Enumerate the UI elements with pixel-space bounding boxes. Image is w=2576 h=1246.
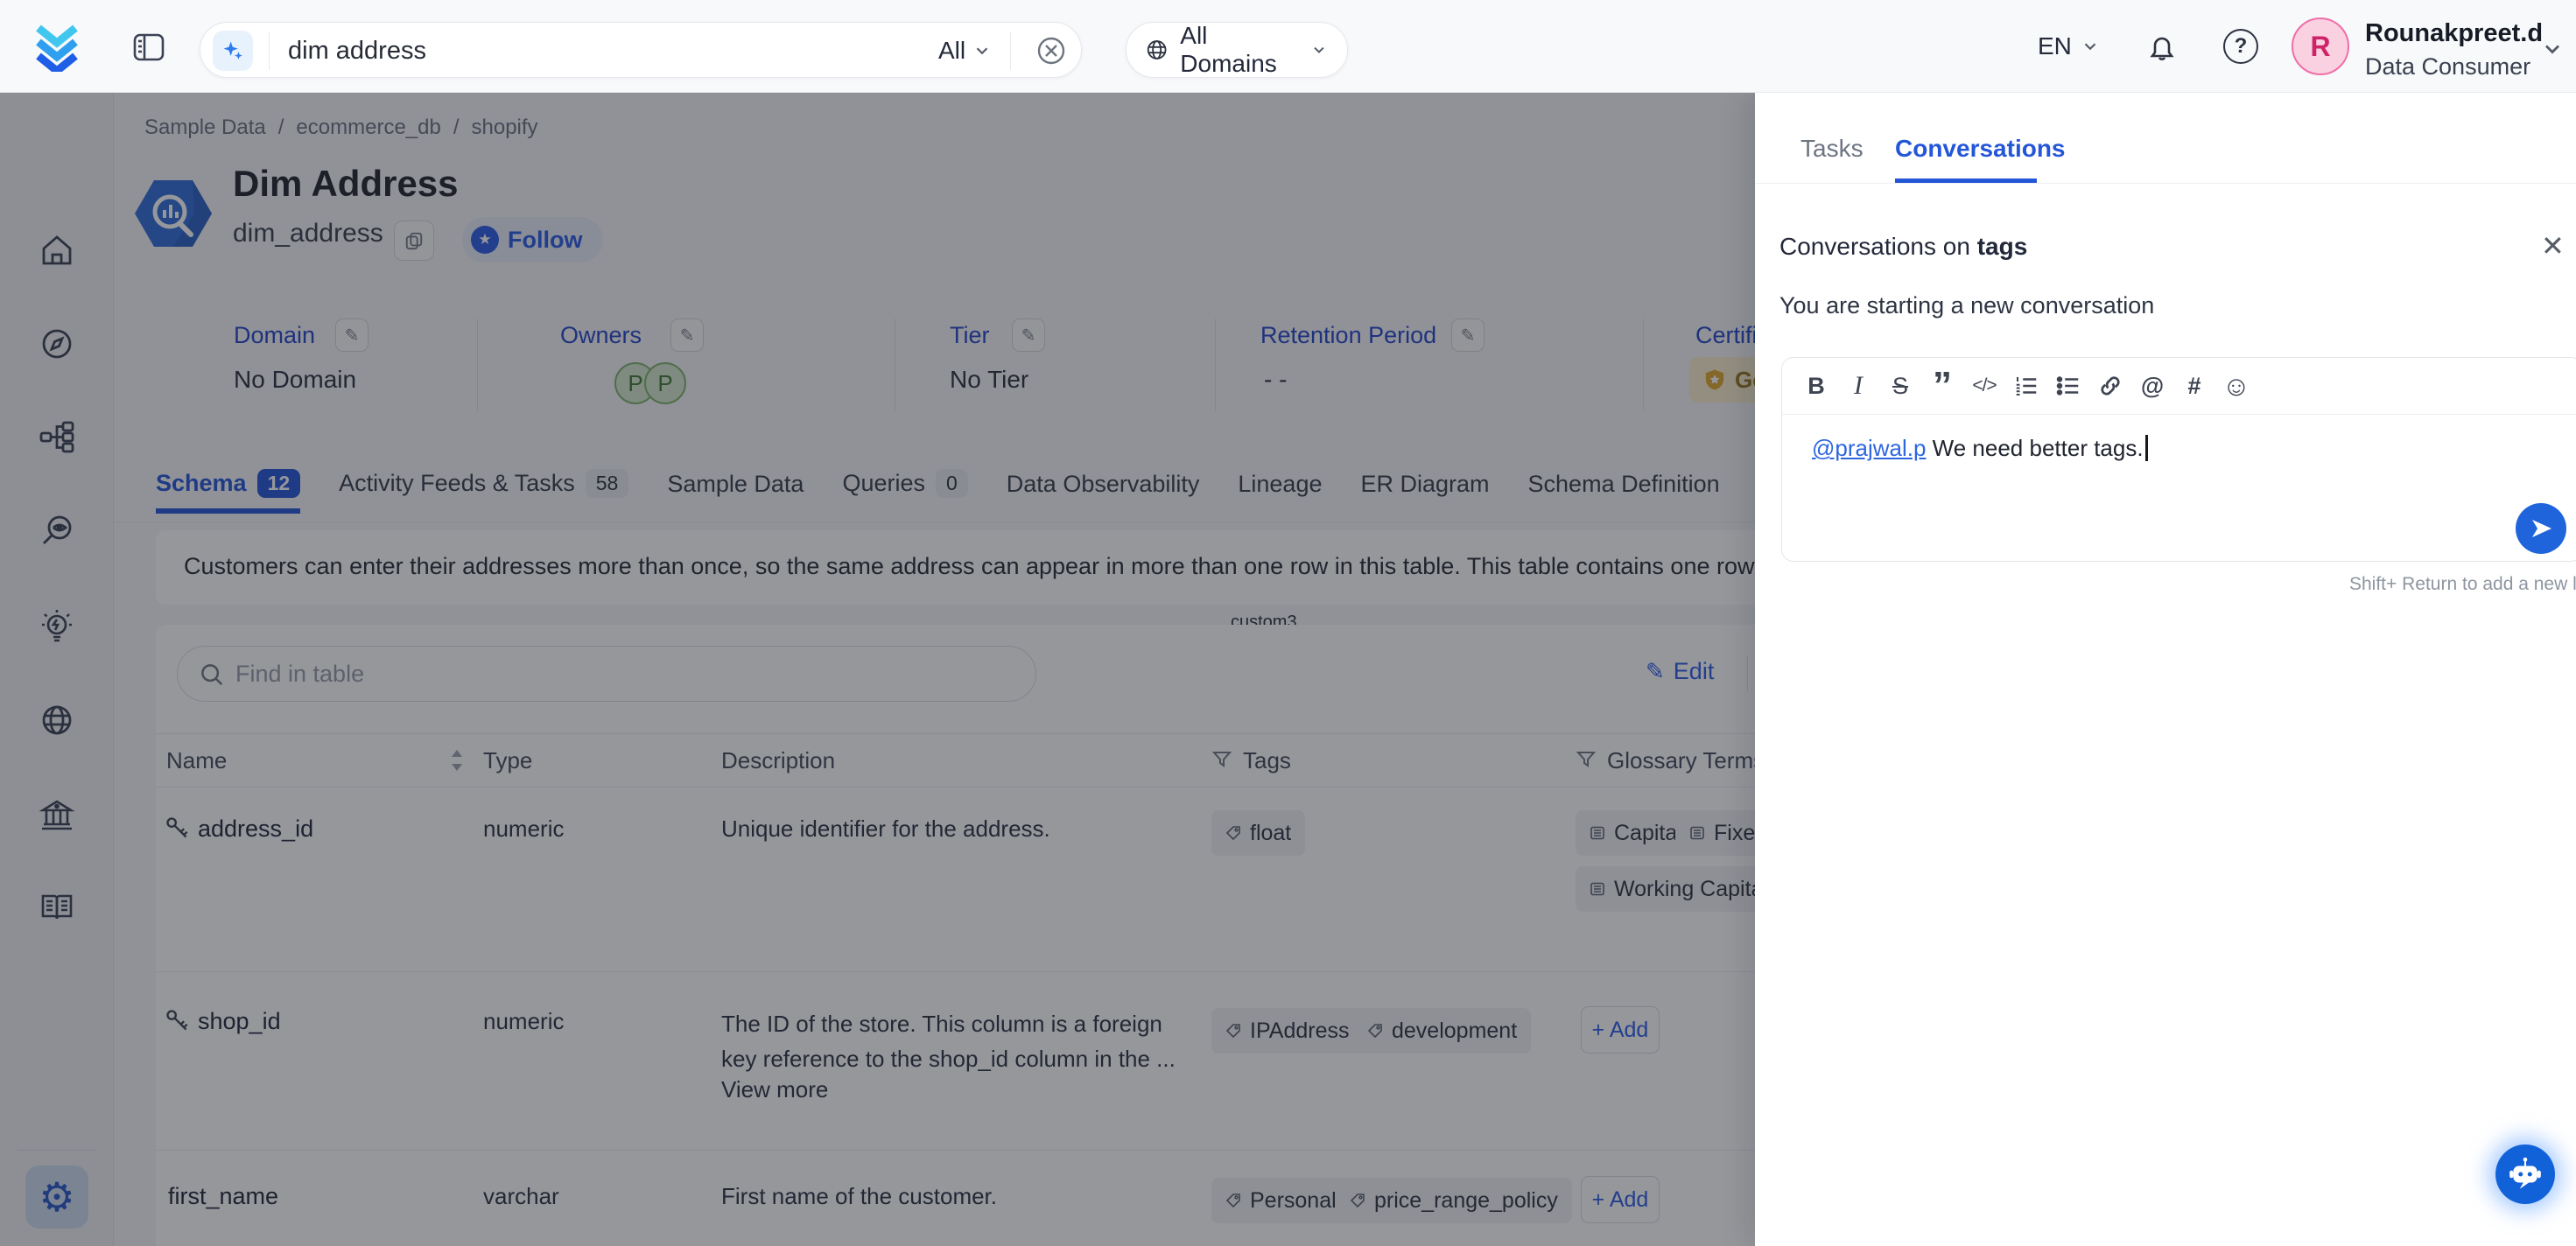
chevron-down-icon xyxy=(972,41,992,60)
close-icon[interactable]: ✕ xyxy=(2541,229,2565,262)
chevron-down-icon xyxy=(2081,37,2100,56)
emoji-icon[interactable]: ☺ xyxy=(2222,367,2251,405)
editor-toolbar: B I S ” </> @ # ☺ xyxy=(1801,367,2251,405)
search-input[interactable]: dim address xyxy=(288,23,426,79)
conversations-drawer: Tasks Conversations Conversations on tag… xyxy=(1755,93,2576,1246)
language-label: EN xyxy=(2038,32,2072,60)
avatar-initial: R xyxy=(2310,31,2330,63)
conversation-subject: tags xyxy=(1977,233,2028,260)
globe-icon xyxy=(1146,38,1168,62)
user-menu[interactable]: Rounakpreet.d Data Consumer xyxy=(2365,19,2543,80)
text-cursor xyxy=(2145,435,2148,461)
italic-icon[interactable]: I xyxy=(1843,367,1873,405)
chevron-down-icon[interactable] xyxy=(2540,37,2565,61)
help-icon[interactable]: ? xyxy=(2223,29,2258,64)
language-selector[interactable]: EN xyxy=(2038,0,2100,93)
blockquote-icon[interactable]: ” xyxy=(1927,367,1957,405)
send-button[interactable] xyxy=(2516,503,2566,554)
atlan-logo[interactable] xyxy=(32,21,82,72)
user-avatar[interactable]: R xyxy=(2292,18,2349,75)
top-navbar: dim address All All Domains xyxy=(0,0,2576,93)
help-glyph: ? xyxy=(2235,34,2248,59)
chatbot-button[interactable] xyxy=(2495,1144,2555,1204)
chevron-down-icon xyxy=(1310,40,1328,60)
ai-sparkle-icon[interactable] xyxy=(213,31,253,71)
robot-icon xyxy=(2507,1156,2544,1193)
bullet-list-icon[interactable] xyxy=(2053,367,2083,405)
code-icon[interactable]: </> xyxy=(1969,367,1999,405)
clear-search-icon[interactable] xyxy=(1034,33,1069,68)
app-window: dim address All All Domains xyxy=(0,0,2576,1246)
editor-hint: Shift+ Return to add a new line xyxy=(2349,574,2576,595)
editor-divider xyxy=(1782,414,2576,415)
search-scope-dropdown[interactable]: All xyxy=(938,23,992,79)
editor-text: We need better tags. xyxy=(1926,435,2143,461)
conversation-status: You are starting a new conversation xyxy=(1779,292,2154,319)
panel-toggle-icon[interactable] xyxy=(131,30,166,65)
global-search: dim address All xyxy=(200,22,1082,78)
tab-conversations[interactable]: Conversations xyxy=(1895,135,2066,163)
notifications-bell-icon[interactable] xyxy=(2144,29,2179,64)
mention-icon[interactable]: @ xyxy=(2137,367,2167,405)
mention-link[interactable]: @prajwal.p xyxy=(1812,435,1926,461)
bold-icon[interactable]: B xyxy=(1801,367,1831,405)
all-domains-label: All Domains xyxy=(1180,22,1298,78)
search-scope-label: All xyxy=(938,37,965,65)
strikethrough-icon[interactable]: S xyxy=(1885,367,1915,405)
send-icon xyxy=(2529,516,2553,541)
ordered-list-icon[interactable] xyxy=(2011,367,2041,405)
user-role: Data Consumer xyxy=(2365,53,2543,80)
user-name: Rounakpreet.d xyxy=(2365,19,2543,48)
conversation-heading: Conversations on tags xyxy=(1779,233,2027,261)
link-icon[interactable] xyxy=(2095,367,2125,405)
drawer-tabs-divider xyxy=(1755,183,2576,184)
divider xyxy=(269,32,270,70)
all-domains-button[interactable]: All Domains xyxy=(1126,22,1348,78)
hashtag-icon[interactable]: # xyxy=(2179,367,2209,405)
editor-content[interactable]: @prajwal.p We need better tags. xyxy=(1812,435,2148,462)
divider xyxy=(1010,32,1011,70)
comment-editor[interactable]: B I S ” </> @ # ☺ @prajwal.p xyxy=(1781,357,2576,562)
tab-tasks[interactable]: Tasks xyxy=(1800,135,1864,163)
